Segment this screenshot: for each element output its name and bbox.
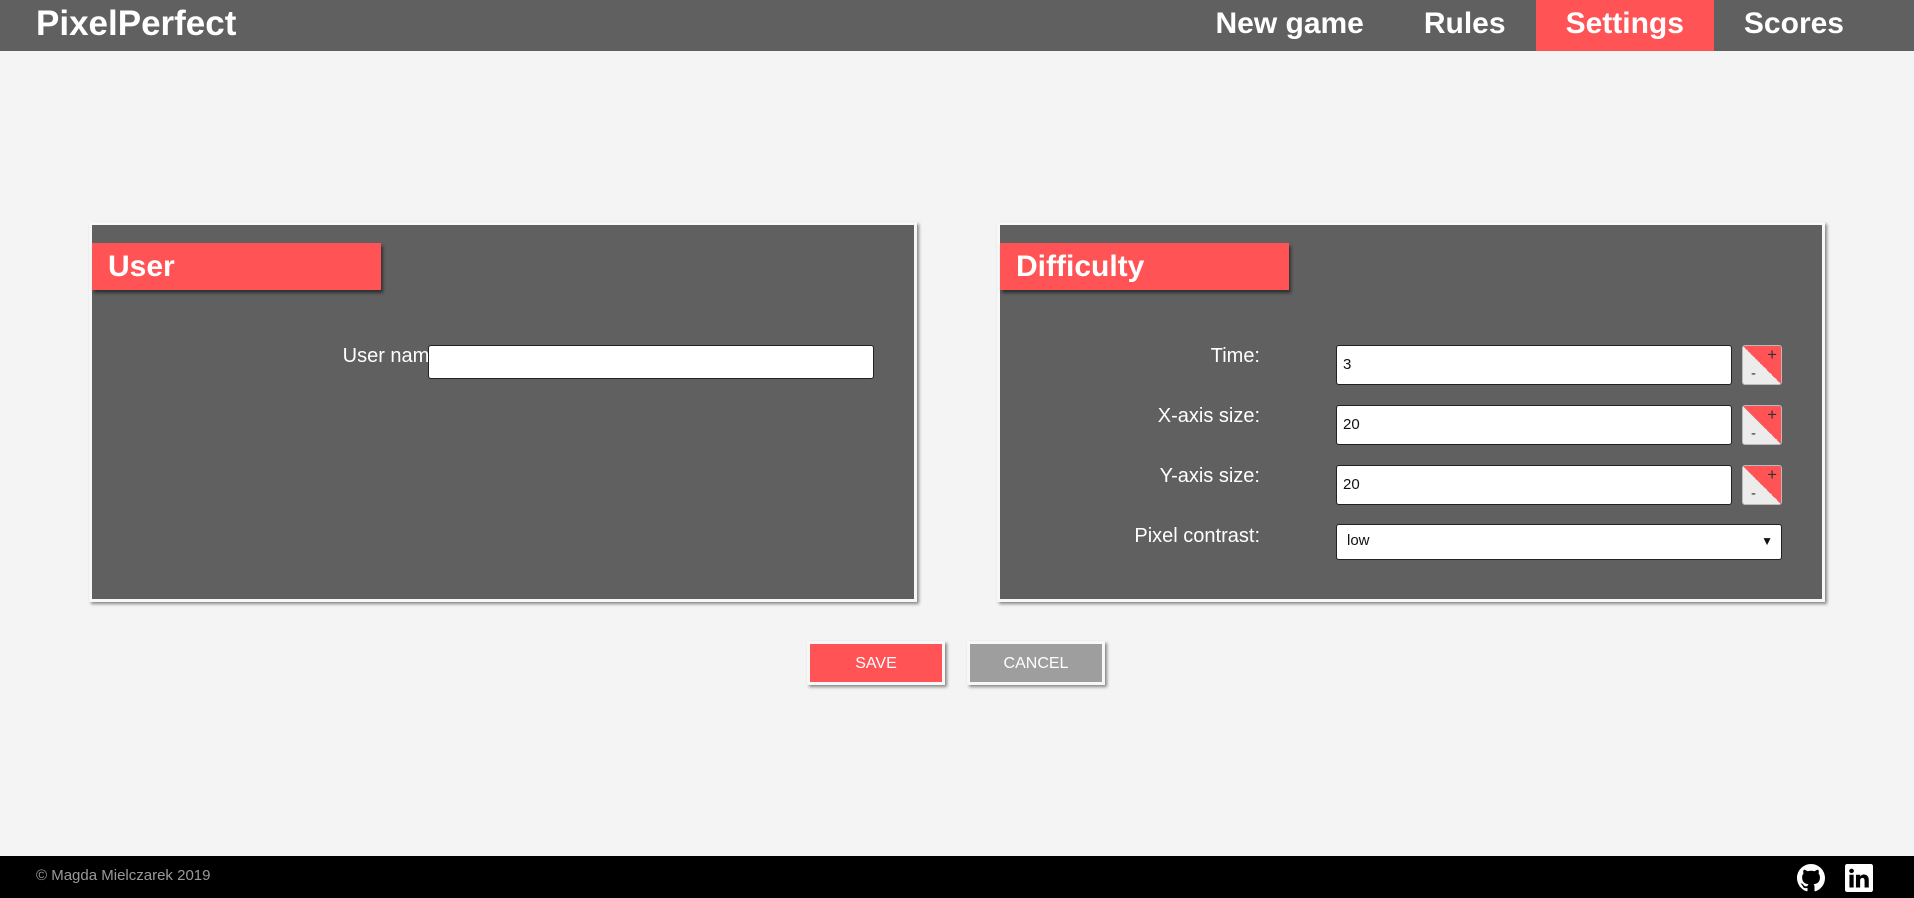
pixel-contrast-value: low xyxy=(1347,532,1370,549)
decrement-icon[interactable]: - xyxy=(1751,366,1756,382)
x-axis-input[interactable]: 20 xyxy=(1336,405,1732,445)
y-axis-input[interactable]: 20 xyxy=(1336,465,1732,505)
x-axis-label: X-axis size: xyxy=(1157,405,1260,427)
increment-icon[interactable]: + xyxy=(1767,346,1777,364)
pixel-contrast-select[interactable]: low ▼ xyxy=(1336,524,1782,560)
increment-icon[interactable]: + xyxy=(1767,466,1777,484)
copyright-text: © Magda Mielczarek 2019 xyxy=(36,867,211,884)
decrement-icon[interactable]: - xyxy=(1751,426,1756,442)
y-axis-stepper[interactable]: + - xyxy=(1742,465,1782,505)
increment-icon[interactable]: + xyxy=(1767,406,1777,424)
dropdown-arrow-icon: ▼ xyxy=(1761,534,1773,548)
github-icon[interactable] xyxy=(1797,864,1825,892)
time-label: Time: xyxy=(1210,345,1260,367)
username-input[interactable] xyxy=(428,345,874,379)
footer: © Magda Mielczarek 2019 xyxy=(0,856,1914,898)
user-panel: User User name: xyxy=(89,222,917,602)
brand-logo[interactable]: PixelPerfect xyxy=(36,4,236,44)
time-stepper[interactable]: + - xyxy=(1742,345,1782,385)
nav-new-game[interactable]: New game xyxy=(1185,0,1393,51)
linkedin-icon[interactable] xyxy=(1845,864,1873,892)
user-panel-title: User xyxy=(92,243,381,290)
decrement-icon[interactable]: - xyxy=(1751,486,1756,502)
time-input[interactable]: 3 xyxy=(1336,345,1732,385)
cancel-button[interactable]: CANCEL xyxy=(967,641,1105,685)
nav-settings[interactable]: Settings xyxy=(1535,0,1714,51)
top-navbar: PixelPerfect New game Rules Settings Sco… xyxy=(0,0,1914,51)
x-axis-stepper[interactable]: + - xyxy=(1742,405,1782,445)
main-nav: New game Rules Settings Scores xyxy=(1185,0,1874,51)
nav-rules[interactable]: Rules xyxy=(1394,0,1536,51)
save-button[interactable]: SAVE xyxy=(807,641,945,685)
difficulty-panel-title: Difficulty xyxy=(1000,243,1289,290)
username-label: User name: xyxy=(342,345,446,367)
difficulty-panel: Difficulty Time: 3 + - X-axis size: 20 +… xyxy=(997,222,1825,602)
pixel-contrast-label: Pixel contrast: xyxy=(1134,525,1260,547)
y-axis-label: Y-axis size: xyxy=(1159,465,1260,487)
nav-scores[interactable]: Scores xyxy=(1714,0,1874,51)
